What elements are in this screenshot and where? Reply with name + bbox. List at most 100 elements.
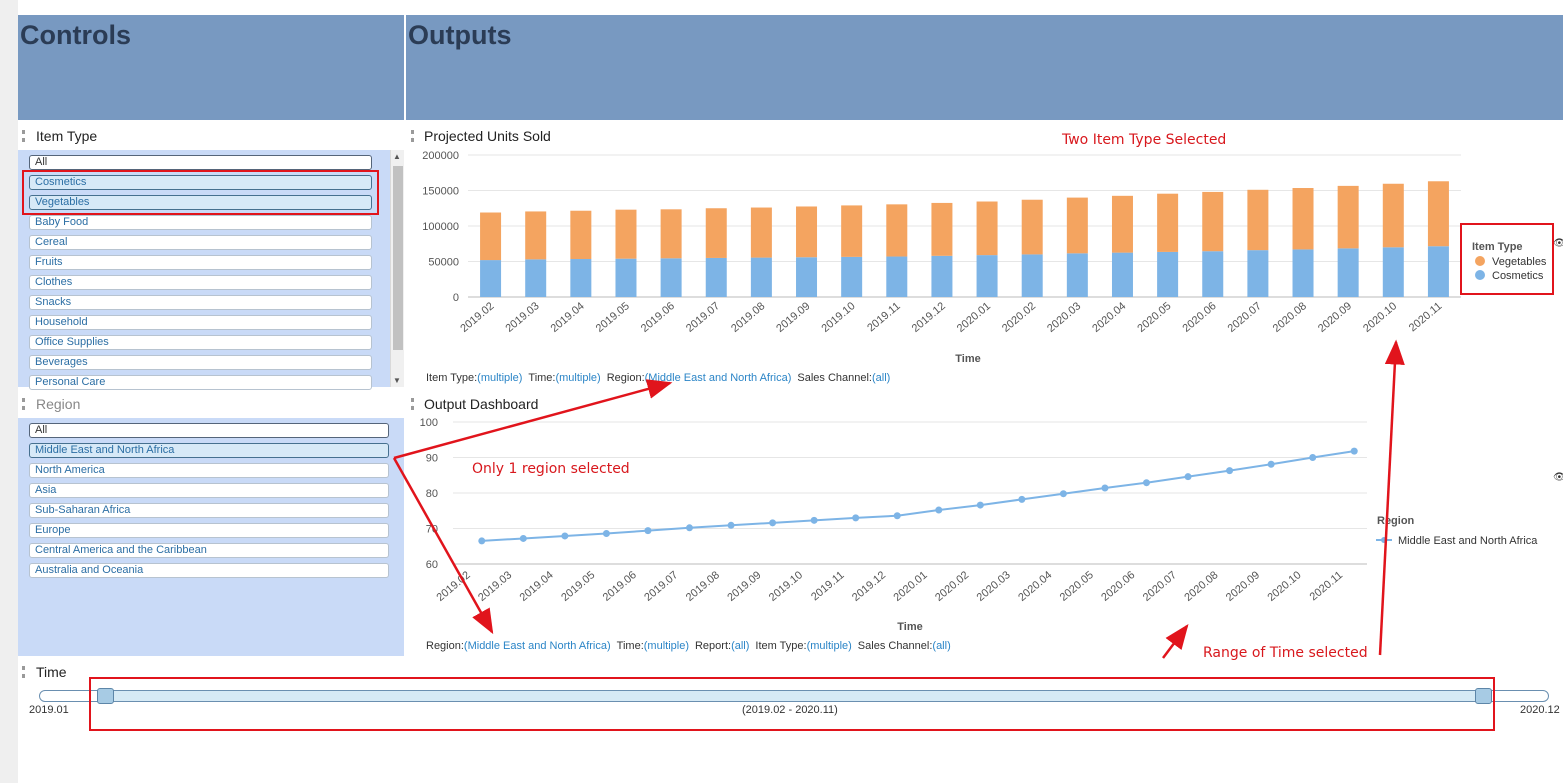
- x-tick-label: 2020.10: [1265, 569, 1303, 604]
- item_type-item[interactable]: Personal Care: [29, 375, 372, 390]
- bar-cosmetics: [660, 258, 682, 297]
- data-point: [769, 519, 777, 527]
- filter-value-link[interactable]: (multiple): [807, 640, 852, 652]
- bar-vegetables: [480, 212, 502, 261]
- data-point: [976, 501, 984, 509]
- filter-label: Item Type:: [755, 640, 807, 652]
- item_type-item[interactable]: All: [29, 155, 372, 170]
- eye-icon[interactable]: 👁: [1553, 238, 1563, 249]
- filter-value-link[interactable]: (all): [932, 640, 950, 652]
- x-axis-title: Time: [955, 353, 980, 365]
- x-tick-label: 2019.03: [503, 300, 541, 335]
- item_type-item[interactable]: Office Supplies: [29, 335, 372, 350]
- bar-cosmetics: [1066, 253, 1088, 297]
- dashboard-title: Output Dashboard: [424, 396, 539, 412]
- bar-cosmetics: [931, 255, 953, 297]
- annotation-time-range: Range of Time selected: [1203, 645, 1368, 661]
- x-tick-label: 2019.11: [809, 569, 847, 603]
- bar-vegetables: [1021, 199, 1043, 255]
- region-item[interactable]: Asia: [29, 483, 389, 498]
- y-tick-label: 100000: [422, 221, 459, 233]
- filter-value-link[interactable]: (multiple): [644, 640, 689, 652]
- x-tick-label: 2019.06: [601, 569, 639, 604]
- filter-value-link[interactable]: (all): [731, 640, 749, 652]
- region-item[interactable]: Sub-Saharan Africa: [29, 503, 389, 518]
- x-tick-label: 2019.12: [910, 300, 948, 335]
- x-tick-label: 2020.03: [975, 569, 1013, 604]
- output-dashboard-chart: 607080901002019.02 2019.03 2019.04 2019.05 2…: [420, 417, 1539, 633]
- region-item[interactable]: North America: [29, 463, 389, 478]
- projected-units-chart: 0500001000001500002000002019.02 2019.03 20…: [422, 150, 1547, 365]
- scroll-down-icon[interactable]: ▼: [393, 376, 401, 385]
- y-tick-label: 80: [426, 488, 438, 500]
- x-tick-label: 2020.05: [1135, 300, 1173, 335]
- data-point: [1018, 495, 1026, 503]
- data-point: [561, 532, 569, 540]
- item_type-item[interactable]: Cereal: [29, 235, 372, 250]
- time-min-label: 2019.01: [29, 704, 69, 716]
- bar-vegetables: [1202, 191, 1224, 252]
- x-tick-label: 2020.02: [933, 569, 971, 604]
- x-tick-label: 2020.08: [1182, 569, 1220, 604]
- data-point: [1184, 473, 1192, 481]
- y-tick-label: 200000: [422, 150, 459, 162]
- data-point: [478, 537, 486, 545]
- drag-handle-icon[interactable]: [411, 398, 414, 410]
- left-gutter: [0, 0, 18, 783]
- x-tick-label: 2019.12: [850, 569, 888, 604]
- bar-vegetables: [1382, 183, 1404, 248]
- dashboard-filters: Region:(Middle East and North Africa) Tim…: [426, 640, 957, 652]
- outputs-header: Outputs: [406, 15, 1563, 120]
- x-tick-label: 2019.05: [559, 569, 597, 604]
- filter-value-link[interactable]: (all): [872, 372, 890, 384]
- eye-icon[interactable]: 👁: [1553, 472, 1563, 483]
- x-tick-label: 2019.06: [639, 300, 677, 335]
- drag-handle-icon[interactable]: [22, 398, 25, 410]
- item_type-item[interactable]: Beverages: [29, 355, 372, 370]
- controls-title: Controls: [20, 20, 131, 50]
- item-type-scrollbar[interactable]: ▲ ▼: [390, 150, 404, 387]
- region-item[interactable]: Central America and the Caribbean: [29, 543, 389, 558]
- region-item[interactable]: All: [29, 423, 389, 438]
- y-tick-label: 90: [426, 453, 438, 465]
- filter-value-link[interactable]: (Middle East and North Africa): [645, 372, 792, 384]
- item_type-item[interactable]: Snacks: [29, 295, 372, 310]
- data-point: [1101, 484, 1109, 492]
- data-point: [519, 534, 527, 542]
- bar-cosmetics: [480, 260, 502, 297]
- item_type-item[interactable]: Household: [29, 315, 372, 330]
- region-item[interactable]: Middle East and North Africa: [29, 443, 389, 458]
- bar-vegetables: [1427, 181, 1449, 247]
- region-item[interactable]: Europe: [29, 523, 389, 538]
- time-max-label: 2020.12: [1520, 704, 1560, 716]
- projected-filters: Item Type:(multiple) Time:(multiple) Regio…: [426, 372, 896, 384]
- item_type-item[interactable]: Clothes: [29, 275, 372, 290]
- data-point: [810, 516, 818, 524]
- x-tick-label: 2020.08: [1271, 300, 1309, 335]
- scroll-up-icon[interactable]: ▲: [393, 152, 401, 161]
- drag-handle-icon[interactable]: [22, 130, 25, 142]
- bar-cosmetics: [1111, 252, 1133, 297]
- data-point: [852, 514, 860, 522]
- x-tick-label: 2019.05: [594, 300, 632, 335]
- bar-cosmetics: [525, 259, 547, 297]
- scroll-thumb[interactable]: [393, 166, 403, 350]
- filter-value-link[interactable]: (multiple): [555, 372, 600, 384]
- x-tick-label: 2019.09: [774, 300, 812, 335]
- x-tick-label: 2020.04: [1090, 300, 1128, 335]
- item_type-item[interactable]: Baby Food: [29, 215, 372, 230]
- x-tick-label: 2020.10: [1361, 300, 1399, 335]
- filter-value-link[interactable]: (Middle East and North Africa): [464, 640, 611, 652]
- region-slicer: All Middle East and North Africa North Ame…: [18, 418, 404, 656]
- filter-value-link[interactable]: (multiple): [477, 372, 522, 384]
- time-title: Time: [36, 664, 67, 680]
- x-tick-label: 2020.01: [955, 300, 993, 335]
- drag-handle-icon[interactable]: [22, 666, 25, 678]
- data-point: [1350, 447, 1358, 455]
- x-tick-label: 2019.08: [684, 569, 722, 604]
- bar-vegetables: [841, 205, 863, 257]
- region-item[interactable]: Australia and Oceania: [29, 563, 389, 578]
- x-tick-label: 2020.07: [1141, 569, 1179, 604]
- bar-vegetables: [660, 209, 682, 259]
- item_type-item[interactable]: Fruits: [29, 255, 372, 270]
